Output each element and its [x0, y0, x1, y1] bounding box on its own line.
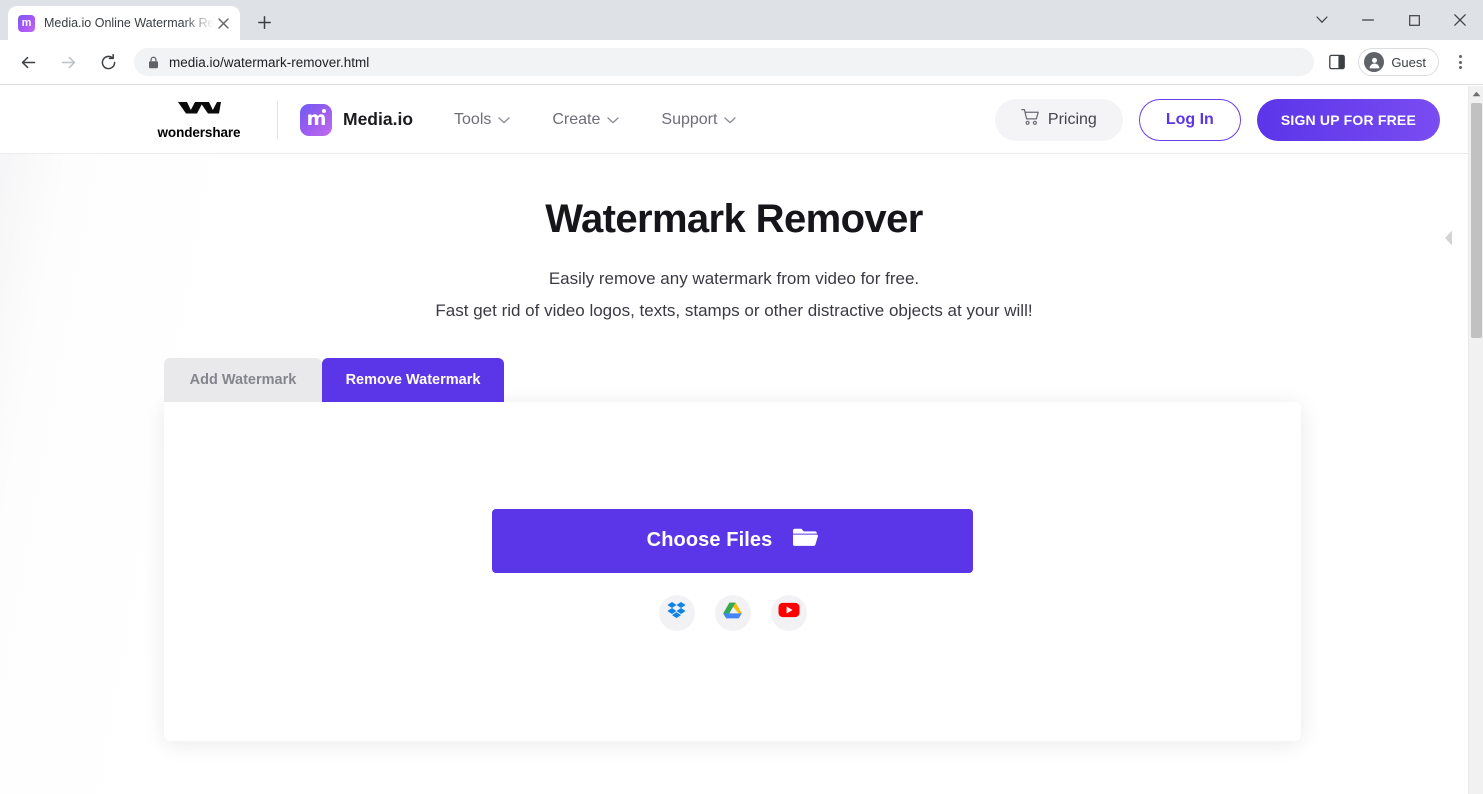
youtube-icon — [778, 602, 800, 623]
header-divider — [277, 100, 278, 139]
upload-card: Choose Files — [164, 402, 1301, 742]
account-avatar-icon — [1364, 52, 1385, 72]
choose-files-label: Choose Files — [646, 529, 773, 552]
youtube-import-button[interactable] — [770, 594, 807, 631]
reload-icon[interactable] — [93, 47, 123, 77]
cloud-import-options — [658, 594, 807, 631]
site-header: wondershare m Media.io Tools Create Supp… — [0, 86, 1468, 154]
pricing-button[interactable]: Pricing — [994, 98, 1123, 141]
google-drive-icon — [723, 602, 742, 624]
browser-tab-title: Media.io Online Watermark Remo — [44, 16, 214, 30]
browser-tabstrip: m Media.io Online Watermark Remo — [0, 0, 1483, 40]
address-bar[interactable]: media.io/watermark-remover.html — [134, 48, 1315, 76]
split-screen-icon[interactable] — [1322, 47, 1352, 77]
nav-item-create[interactable]: Create — [531, 111, 640, 129]
chevron-down-icon — [498, 111, 511, 129]
url-text: media.io/watermark-remover.html — [169, 54, 370, 70]
hero-subtitle-line-2: Fast get rid of video logos, texts, stam… — [435, 300, 1033, 320]
tool-tabs: Add Watermark Remove Watermark — [164, 358, 1301, 403]
scrollbar-thumb[interactable] — [1471, 103, 1482, 338]
mediaio-favicon: m — [18, 14, 35, 32]
google-drive-import-button[interactable] — [714, 594, 751, 631]
new-tab-button[interactable] — [250, 8, 278, 36]
nav-item-label: Support — [661, 110, 718, 128]
mediaio-logo-icon: m — [300, 103, 332, 136]
nav-item-support[interactable]: Support — [640, 111, 757, 129]
header-actions: Pricing Log In SIGN UP FOR FREE — [994, 98, 1440, 141]
mediaio-logo-dot — [322, 108, 326, 113]
wondershare-mark-icon — [176, 100, 222, 122]
dropbox-import-button[interactable] — [658, 594, 695, 631]
maximize-icon[interactable] — [1391, 0, 1437, 40]
page-title: Watermark Remover — [545, 197, 923, 241]
pricing-label: Pricing — [1047, 110, 1097, 128]
wondershare-wordmark: wondershare — [157, 124, 241, 140]
shopping-cart-icon — [1021, 108, 1040, 131]
chevron-down-icon[interactable] — [1299, 0, 1345, 40]
tab-remove-watermark[interactable]: Remove Watermark — [322, 358, 504, 403]
brand-name: Media.io — [343, 109, 414, 129]
profile-chip[interactable]: Guest — [1358, 48, 1439, 76]
window-controls — [1299, 0, 1483, 40]
signup-button[interactable]: SIGN UP FOR FREE — [1256, 98, 1440, 141]
mediaio-logo-glyph: m — [306, 108, 327, 130]
profile-label: Guest — [1391, 54, 1426, 70]
wondershare-logo[interactable]: wondershare — [141, 100, 257, 140]
forward-arrow-icon[interactable] — [53, 47, 83, 77]
tool-panel: Add Watermark Remove Watermark Choose Fi… — [164, 358, 1301, 742]
login-button[interactable]: Log In — [1138, 98, 1241, 141]
dropbox-icon — [667, 601, 686, 624]
chevron-down-icon — [607, 111, 620, 129]
tab-add-watermark[interactable]: Add Watermark — [164, 358, 322, 403]
page-viewport: wondershare m Media.io Tools Create Supp… — [0, 86, 1483, 794]
choose-files-button[interactable]: Choose Files — [492, 508, 973, 573]
close-icon[interactable] — [214, 14, 232, 32]
page-scrollbar[interactable] — [1468, 86, 1483, 794]
padlock-icon — [148, 56, 159, 69]
main-nav: Tools Create Support — [433, 111, 757, 129]
back-arrow-icon[interactable] — [13, 47, 43, 77]
browser-toolbar: media.io/watermark-remover.html Guest — [0, 40, 1483, 85]
chevron-down-icon — [724, 111, 737, 129]
browser-tab[interactable]: m Media.io Online Watermark Remo — [8, 6, 240, 40]
mediaio-brand[interactable]: m Media.io — [300, 103, 414, 136]
nav-item-label: Create — [552, 110, 601, 128]
scrollbar-up-arrow[interactable] — [1469, 86, 1483, 101]
nav-item-label: Tools — [454, 110, 492, 128]
toolbar-right-cluster: Guest — [1322, 47, 1475, 77]
nav-item-tools[interactable]: Tools — [433, 111, 531, 129]
hero-section: Watermark Remover Easily remove any wate… — [0, 154, 1468, 324]
close-window-icon[interactable] — [1437, 0, 1483, 40]
minimize-icon[interactable] — [1345, 0, 1391, 40]
browser-window: m Media.io Online Watermark Remo media.i… — [0, 0, 1483, 794]
page-content: wondershare m Media.io Tools Create Supp… — [0, 86, 1468, 794]
collapse-left-arrow-icon[interactable] — [1441, 227, 1455, 249]
hero-subtitle-line-1: Easily remove any watermark from video f… — [548, 269, 920, 288]
kebab-menu-icon[interactable] — [1445, 47, 1475, 77]
folder-open-icon — [792, 527, 819, 554]
